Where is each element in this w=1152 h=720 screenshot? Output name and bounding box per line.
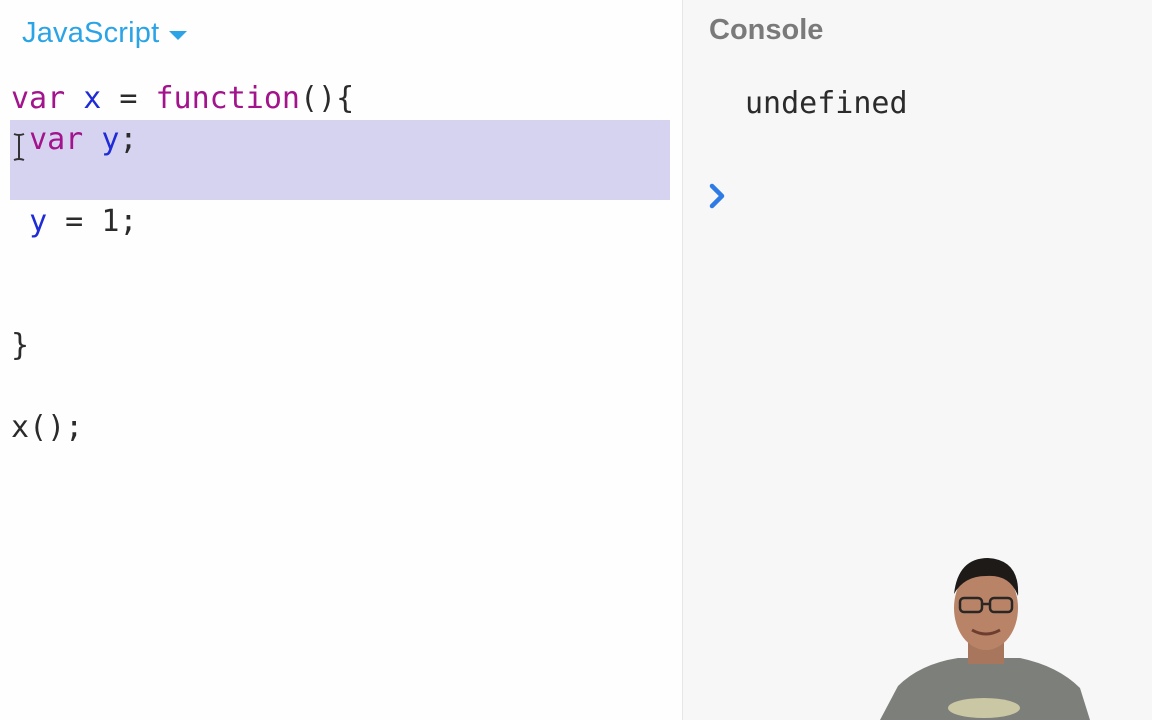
console-output: undefined [745, 86, 908, 121]
code-token: (); [29, 410, 84, 445]
code-token: var [29, 122, 84, 157]
presenter-webcam [880, 548, 1090, 720]
code-token: function [155, 81, 301, 116]
code-line-2[interactable]: var y; [11, 119, 137, 160]
code-token: ; [119, 122, 138, 157]
code-token: ; [119, 204, 138, 239]
code-line-5[interactable]: x(); [11, 407, 83, 448]
code-token: = [47, 204, 102, 239]
caret-down-icon [169, 30, 188, 40]
language-dropdown[interactable]: JavaScript [22, 14, 188, 52]
code-line-3[interactable]: y = 1; [11, 201, 137, 242]
code-token: (){ [300, 81, 355, 116]
code-editor-pane[interactable]: JavaScript var x = function(){ var y; y … [0, 0, 683, 720]
code-token: y [29, 204, 48, 239]
language-label: JavaScript [22, 16, 160, 49]
code-token: 1 [101, 204, 120, 239]
code-token: } [11, 328, 30, 363]
code-token: x [83, 81, 102, 116]
code-line-1[interactable]: var x = function(){ [11, 78, 354, 119]
code-line-4[interactable]: } [11, 325, 29, 366]
text-cursor-icon [13, 133, 25, 161]
code-token: var [11, 81, 66, 116]
console-title: Console [709, 14, 824, 46]
code-token: x [11, 410, 30, 445]
chevron-right-icon[interactable] [707, 182, 727, 210]
code-token: y [101, 122, 120, 157]
code-token: = [101, 81, 156, 116]
